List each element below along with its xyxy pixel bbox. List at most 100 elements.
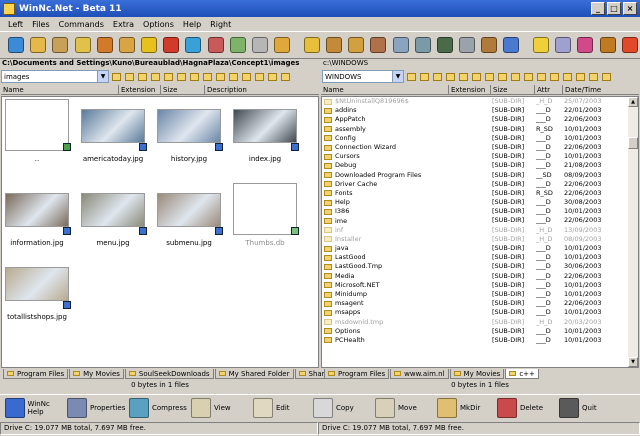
file-row[interactable]: Installer [SUB-DIR] _H_D 08/09/2003 bbox=[322, 235, 628, 244]
right-col-extension[interactable]: Extension bbox=[449, 85, 491, 95]
drive-button[interactable] bbox=[201, 71, 213, 83]
chevron-down-icon[interactable]: ▼ bbox=[392, 71, 403, 82]
right-col-size[interactable]: Size bbox=[491, 85, 535, 95]
left-col-name[interactable]: Name bbox=[1, 85, 119, 95]
drive-button[interactable] bbox=[136, 71, 148, 83]
file-thumbnail[interactable]: .. bbox=[5, 99, 71, 173]
move-button[interactable]: Move bbox=[375, 396, 437, 420]
toolbar-button[interactable] bbox=[501, 34, 521, 56]
menu-help[interactable]: Help bbox=[183, 20, 201, 29]
menu-options[interactable]: Options bbox=[143, 20, 174, 29]
drive-button[interactable] bbox=[253, 71, 265, 83]
toolbar-button[interactable] bbox=[531, 34, 551, 56]
mkdir-button[interactable]: MkDir bbox=[437, 396, 497, 420]
drive-button[interactable] bbox=[561, 71, 573, 83]
file-thumbnail[interactable]: menu.jpg bbox=[81, 183, 147, 257]
drive-button[interactable] bbox=[457, 71, 469, 83]
drive-button[interactable] bbox=[175, 71, 187, 83]
folder-tab[interactable]: Program Files bbox=[324, 369, 390, 379]
toolbar-button[interactable] bbox=[139, 34, 159, 56]
drive-button[interactable] bbox=[470, 71, 482, 83]
delete-button[interactable]: Delete bbox=[497, 396, 559, 420]
file-row[interactable]: Media [SUB-DIR] ___D 22/06/2003 bbox=[322, 272, 628, 281]
toolbar-button[interactable] bbox=[457, 34, 477, 56]
file-row[interactable]: addins [SUB-DIR] ___D 22/01/2003 bbox=[322, 106, 628, 115]
folder-tab[interactable]: c++ bbox=[505, 369, 539, 379]
drive-button[interactable] bbox=[110, 71, 122, 83]
file-thumbnail[interactable]: submenu.jpg bbox=[157, 183, 223, 257]
file-row[interactable]: LastGood.Tmp [SUB-DIR] ___D 30/06/2003 bbox=[322, 262, 628, 271]
file-thumbnail[interactable]: history.jpg bbox=[157, 99, 223, 173]
drive-button[interactable] bbox=[214, 71, 226, 83]
drive-button[interactable] bbox=[266, 71, 278, 83]
copy-button[interactable]: Copy bbox=[313, 396, 375, 420]
menu-extra[interactable]: Extra bbox=[113, 20, 134, 29]
file-row[interactable]: Minidump [SUB-DIR] ___D 10/01/2003 bbox=[322, 290, 628, 299]
right-folder-combo[interactable]: WINDOWS ▼ bbox=[322, 70, 404, 83]
toolbar-button[interactable] bbox=[206, 34, 226, 56]
drive-button[interactable] bbox=[600, 71, 612, 83]
left-folder-combo[interactable]: images ▼ bbox=[1, 70, 109, 83]
drive-button[interactable] bbox=[496, 71, 508, 83]
quit-button[interactable]: Quit bbox=[559, 396, 614, 420]
left-col-extension[interactable]: Extension bbox=[119, 85, 161, 95]
properties-button[interactable]: Properties bbox=[67, 396, 129, 420]
left-pane[interactable]: .. americatoday.jpg history.jpg index.jpg in… bbox=[1, 96, 319, 368]
toolbar-button[interactable] bbox=[272, 34, 292, 56]
edit-button[interactable]: Edit bbox=[253, 396, 313, 420]
file-row[interactable]: Downloaded Program Files [SUB-DIR] __SD 08/… bbox=[322, 171, 628, 180]
file-thumbnail[interactable]: americatoday.jpg bbox=[81, 99, 147, 173]
drive-button[interactable] bbox=[509, 71, 521, 83]
drive-button[interactable] bbox=[587, 71, 599, 83]
toolbar-button[interactable] bbox=[302, 34, 322, 56]
file-row[interactable]: Microsoft.NET [SUB-DIR] ___D 10/01/2003 bbox=[322, 281, 628, 290]
minimize-button[interactable]: _ bbox=[591, 2, 605, 15]
file-row[interactable]: Options [SUB-DIR] ___D 10/01/2003 bbox=[322, 327, 628, 336]
maximize-button[interactable]: □ bbox=[607, 2, 621, 15]
file-row[interactable]: msdownld.tmp [SUB-DIR] _H_D 20/03/2003 bbox=[322, 318, 628, 327]
drive-button[interactable] bbox=[444, 71, 456, 83]
file-thumbnail[interactable]: index.jpg bbox=[233, 99, 299, 173]
file-row[interactable]: Connection Wizard [SUB-DIR] ___D 22/06/2003 bbox=[322, 143, 628, 152]
toolbar-button[interactable] bbox=[6, 34, 26, 56]
right-col-attr[interactable]: Attr bbox=[535, 85, 563, 95]
folder-tab[interactable]: My Movies bbox=[69, 369, 124, 379]
chevron-down-icon[interactable]: ▼ bbox=[97, 71, 108, 82]
drive-button[interactable] bbox=[418, 71, 430, 83]
drive-button[interactable] bbox=[405, 71, 417, 83]
compress-button[interactable]: Compress bbox=[129, 396, 191, 420]
close-button[interactable]: × bbox=[623, 2, 637, 15]
file-row[interactable]: ime [SUB-DIR] ___D 22/06/2003 bbox=[322, 216, 628, 225]
right-col-name[interactable]: Name bbox=[321, 85, 449, 95]
file-row[interactable]: $NtUninstallQ819696$ [SUB-DIR] _H_D 25/07/2… bbox=[322, 97, 628, 106]
file-row[interactable]: Debug [SUB-DIR] ___D 21/08/2003 bbox=[322, 161, 628, 170]
scroll-down-icon[interactable]: ▼ bbox=[628, 357, 638, 367]
help-button[interactable]: WinNc Help bbox=[5, 396, 67, 420]
drive-button[interactable] bbox=[149, 71, 161, 83]
drive-button[interactable] bbox=[483, 71, 495, 83]
file-row[interactable]: LastGood [SUB-DIR] ___D 10/01/2003 bbox=[322, 253, 628, 262]
toolbar-button[interactable] bbox=[117, 34, 137, 56]
left-col-size[interactable]: Size bbox=[161, 85, 205, 95]
menu-files[interactable]: Files bbox=[32, 20, 50, 29]
toolbar-button[interactable] bbox=[413, 34, 433, 56]
menu-left[interactable]: Left bbox=[8, 20, 23, 29]
scroll-thumb[interactable] bbox=[628, 137, 638, 149]
toolbar-button[interactable] bbox=[161, 34, 181, 56]
folder-tab[interactable]: SoulSeekDownloads bbox=[124, 369, 214, 379]
file-thumbnail[interactable]: information.jpg bbox=[5, 183, 71, 257]
toolbar-button[interactable] bbox=[368, 34, 388, 56]
folder-tab[interactable]: My Movies bbox=[449, 369, 505, 379]
file-row[interactable]: Cursors [SUB-DIR] ___D 10/01/2003 bbox=[322, 152, 628, 161]
drive-button[interactable] bbox=[574, 71, 586, 83]
file-row[interactable]: Config [SUB-DIR] ___D 10/01/2003 bbox=[322, 134, 628, 143]
folder-tab[interactable]: www.aim.nl bbox=[390, 369, 449, 379]
left-col-description[interactable]: Description bbox=[205, 85, 319, 95]
view-button[interactable]: View bbox=[191, 396, 253, 420]
drive-button[interactable] bbox=[162, 71, 174, 83]
file-row[interactable]: msapps [SUB-DIR] ___D 10/01/2003 bbox=[322, 308, 628, 317]
toolbar-button[interactable] bbox=[390, 34, 410, 56]
file-row[interactable]: msagent [SUB-DIR] ___D 22/06/2003 bbox=[322, 299, 628, 308]
toolbar-button[interactable] bbox=[553, 34, 573, 56]
right-col-date[interactable]: Date/Time bbox=[563, 85, 639, 95]
